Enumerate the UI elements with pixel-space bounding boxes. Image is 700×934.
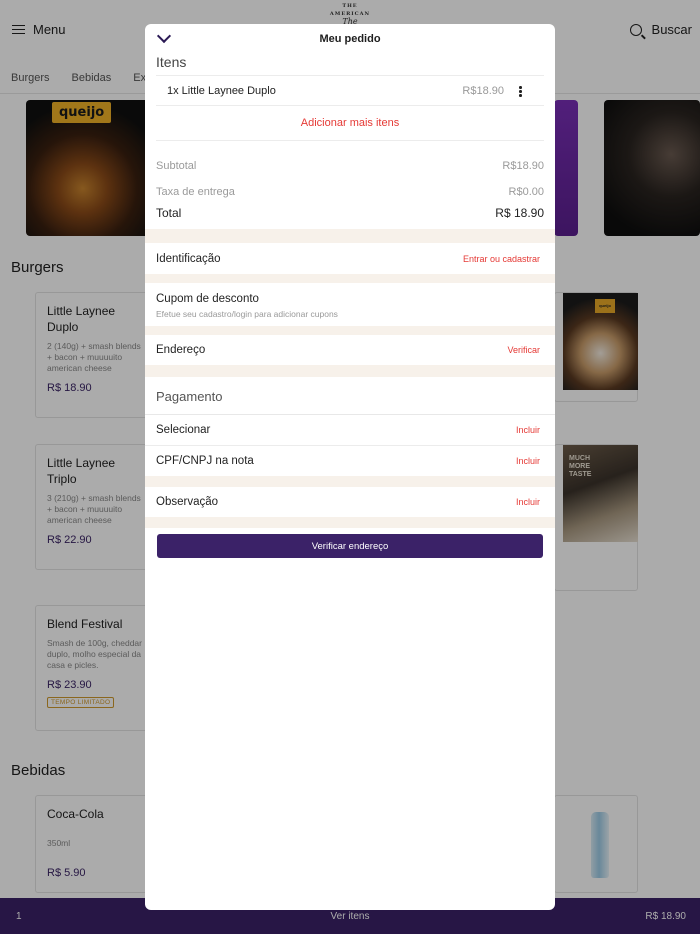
delivery-fee-value: R$0.00 (508, 186, 544, 198)
notes-include-link[interactable]: Incluir (516, 497, 540, 507)
items-heading: Itens (156, 54, 187, 70)
section-separator (145, 326, 555, 335)
modal-header: Meu pedido (145, 24, 555, 54)
section-separator (145, 365, 555, 377)
total-value: R$ 18.90 (495, 206, 544, 220)
payment-heading: Pagamento (145, 377, 555, 415)
section-separator (145, 476, 555, 487)
tax-id-row: CPF/CNPJ na nota Incluir (145, 446, 555, 476)
delivery-fee-row: Taxa de entrega R$0.00 (156, 179, 544, 205)
order-modal: Meu pedido Itens 1x Little Laynee Duplo … (145, 24, 555, 910)
verify-address-link[interactable]: Verificar (507, 345, 540, 355)
address-label: Endereço (156, 344, 206, 356)
tax-id-label: CPF/CNPJ na nota (156, 455, 254, 467)
total-row: Total R$ 18.90 (156, 205, 544, 221)
add-more-items-link[interactable]: Adicionar mais itens (156, 106, 544, 141)
subtotal-label: Subtotal (156, 160, 197, 172)
notes-row: Observação Incluir (145, 487, 555, 517)
order-totals: Subtotal R$18.90 Taxa de entrega R$0.00 … (145, 141, 555, 221)
section-separator (145, 274, 555, 283)
coupon-title: Cupom de desconto (156, 293, 259, 305)
verify-address-button[interactable]: Verificar endereço (157, 534, 543, 558)
subtotal-value: R$18.90 (502, 160, 544, 172)
payment-select-row: Selecionar Incluir (145, 415, 555, 446)
section-separator (145, 229, 555, 243)
section-separator (145, 517, 555, 528)
payment-include-link[interactable]: Incluir (516, 425, 540, 435)
notes-label: Observação (156, 496, 219, 508)
more-options-icon[interactable] (519, 86, 522, 97)
total-label: Total (156, 206, 182, 220)
order-item-price: R$18.90 (462, 84, 504, 97)
modal-title: Meu pedido (319, 33, 381, 45)
login-register-link[interactable]: Entrar ou cadastrar (463, 254, 540, 264)
delivery-fee-label: Taxa de entrega (156, 186, 235, 198)
coupon-subtitle: Efetue seu cadastro/login para adicionar… (156, 309, 338, 319)
address-row: Endereço Verificar (145, 335, 555, 365)
order-item-row: 1x Little Laynee Duplo R$18.90 (156, 75, 544, 106)
identification-label: Identificação (156, 252, 221, 265)
tax-id-include-link[interactable]: Incluir (516, 456, 540, 466)
identification-row: Identificação Entrar ou cadastrar (145, 243, 555, 274)
subtotal-row: Subtotal R$18.90 (156, 153, 544, 179)
order-item-label: 1x Little Laynee Duplo (167, 84, 276, 97)
coupon-section: Cupom de desconto Efetue seu cadastro/lo… (145, 283, 555, 326)
payment-select-label: Selecionar (156, 424, 211, 436)
